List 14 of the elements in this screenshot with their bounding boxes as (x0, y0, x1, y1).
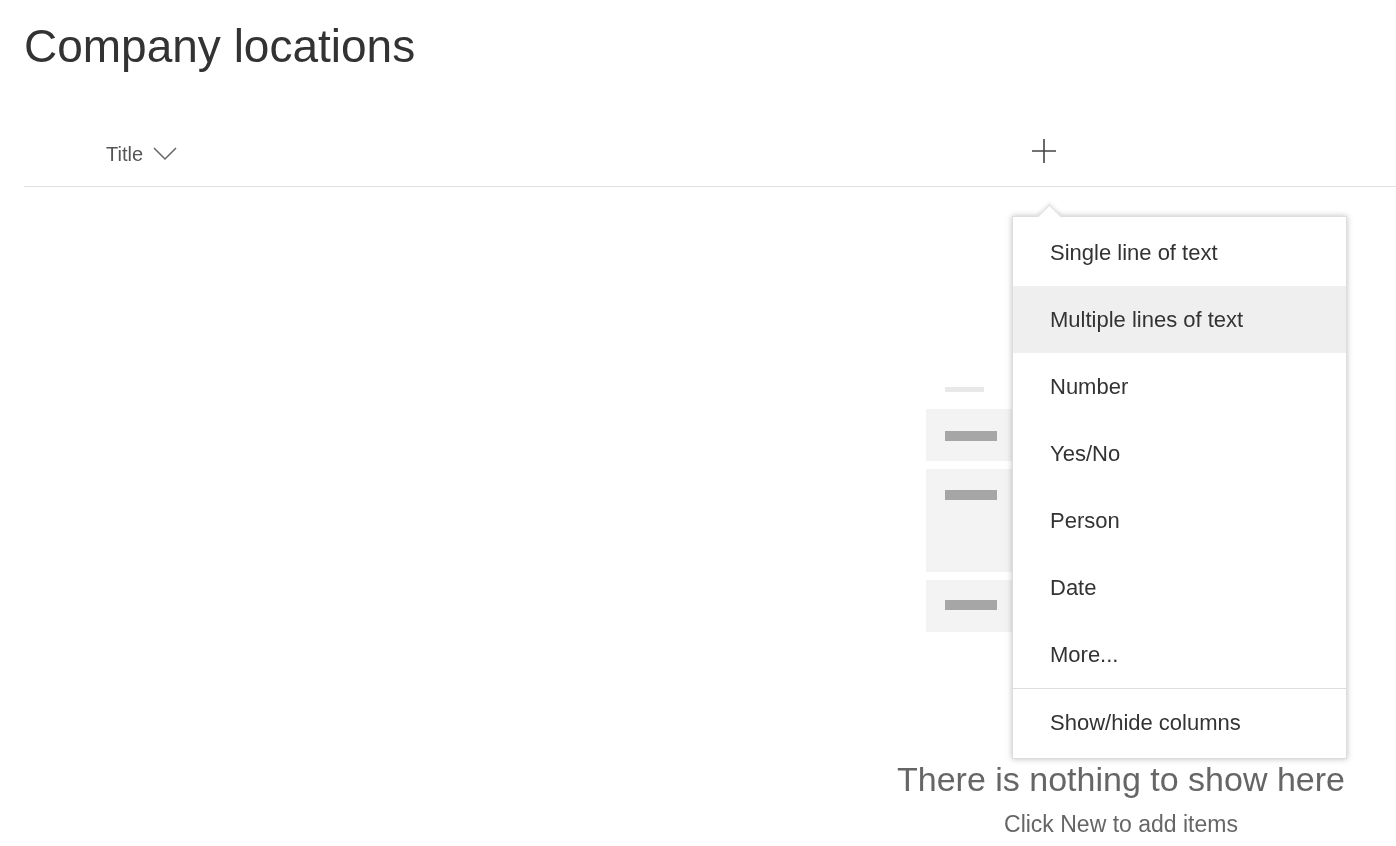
column-header[interactable]: Title (106, 142, 144, 166)
menu-item[interactable]: Date (1013, 554, 1346, 621)
menu-item[interactable]: Number (1013, 353, 1346, 420)
menu-item[interactable]: Yes/No (1013, 420, 1346, 487)
menu-item[interactable]: Person (1013, 487, 1346, 554)
menu-item[interactable]: Multiple lines of text (1013, 286, 1346, 353)
chevron-down-icon[interactable] (153, 147, 178, 161)
empty-state-title: There is nothing to show here (896, 759, 1346, 799)
add-column-icon[interactable] (1031, 138, 1057, 164)
empty-state-hint: Click New to add items (1003, 811, 1239, 838)
menu-item[interactable]: More... (1013, 621, 1346, 688)
page-title: Company locations (23, 19, 416, 74)
menu-item[interactable]: Single line of text (1013, 219, 1346, 286)
menu-item[interactable]: Show/hide columns (1013, 689, 1346, 756)
